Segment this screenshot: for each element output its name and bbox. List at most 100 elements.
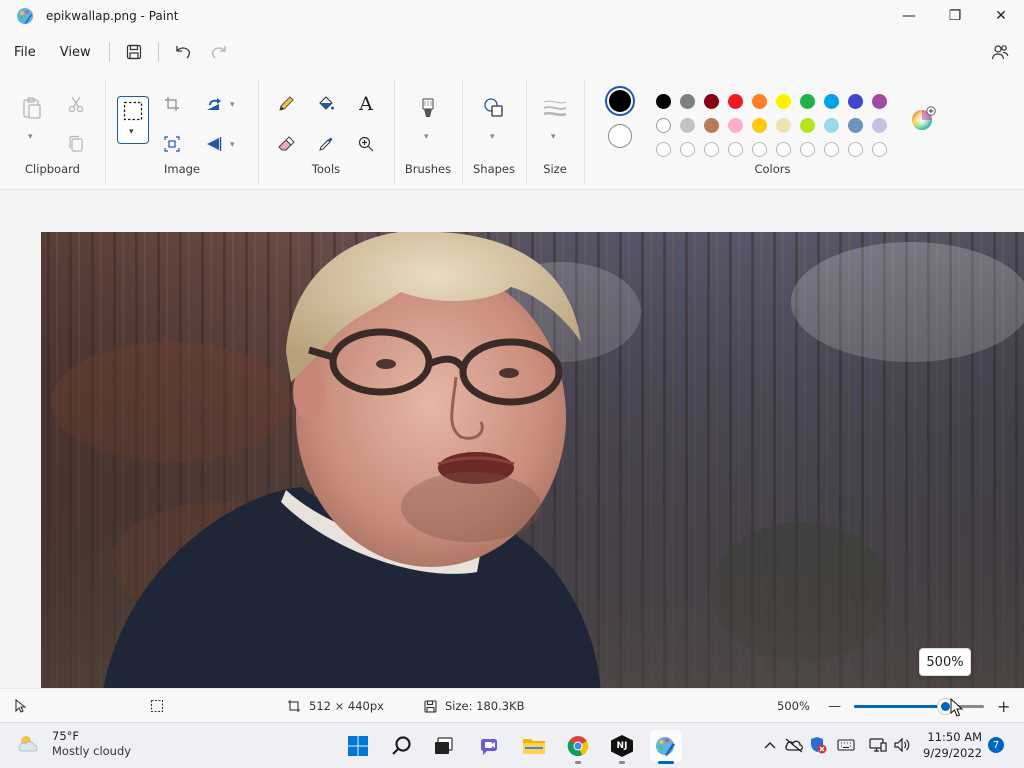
cursor-position: [14, 689, 34, 723]
color-swatch[interactable]: [680, 118, 695, 133]
color-swatch[interactable]: [656, 94, 671, 109]
custom-color-slot[interactable]: [800, 142, 815, 157]
taskbar: 75°F Mostly cloudy NJ 11:50 AM 9/29/2022…: [0, 722, 1024, 768]
minimize-button[interactable]: —: [886, 0, 932, 32]
text-button[interactable]: A: [352, 90, 380, 118]
network-tray-button[interactable]: [868, 735, 888, 755]
custom-color-slot[interactable]: [728, 142, 743, 157]
custom-color-slot[interactable]: [824, 142, 839, 157]
chrome-button[interactable]: [562, 730, 594, 764]
start-button[interactable]: [342, 730, 374, 762]
color-swatch[interactable]: [704, 118, 719, 133]
rotate-button[interactable]: [200, 90, 228, 118]
maximize-button[interactable]: ❐: [932, 0, 978, 32]
keyboard-icon: [837, 739, 855, 751]
custom-color-slot[interactable]: [872, 142, 887, 157]
color-swatch[interactable]: [680, 94, 695, 109]
flip-chevron-icon[interactable]: ▾: [230, 140, 235, 150]
primary-color-button[interactable]: [605, 86, 635, 116]
redo-button[interactable]: [201, 38, 237, 66]
color-swatch[interactable]: [752, 118, 767, 133]
color-swatch[interactable]: [848, 118, 863, 133]
color-picker-button[interactable]: [312, 130, 340, 158]
copy-button[interactable]: [62, 130, 90, 158]
size-button[interactable]: [541, 94, 569, 122]
window-controls: — ❐ ✕: [886, 0, 1024, 32]
shapes-chevron-icon[interactable]: ▾: [490, 132, 495, 142]
color-swatch[interactable]: [824, 118, 839, 133]
notification-badge[interactable]: 7: [988, 737, 1004, 753]
system-clock[interactable]: 11:50 AM 9/29/2022: [920, 729, 982, 761]
eraser-icon: [278, 136, 295, 151]
select-button[interactable]: ▾: [117, 96, 149, 144]
flip-button[interactable]: [200, 130, 228, 158]
custom-color-slot[interactable]: [680, 142, 695, 157]
canvas-area[interactable]: 500%: [0, 191, 1024, 688]
image-label: Image: [163, 162, 201, 176]
edit-colors-button[interactable]: [910, 106, 936, 132]
rotate-chevron-icon[interactable]: ▾: [230, 100, 235, 110]
shapes-button[interactable]: [480, 94, 508, 122]
volume-tray-button[interactable]: [892, 735, 912, 755]
zoom-slider[interactable]: [854, 699, 984, 714]
show-hidden-icons-button[interactable]: [760, 735, 780, 755]
resize-icon: [164, 136, 180, 152]
selection-icon: [150, 699, 164, 713]
menu-bar: File View: [0, 32, 1024, 72]
undo-button[interactable]: [165, 38, 201, 66]
zoom-out-button[interactable]: —: [828, 689, 841, 723]
search-button[interactable]: [386, 730, 418, 762]
weather-widget[interactable]: 75°F Mostly cloudy: [16, 729, 131, 759]
color-swatch[interactable]: [800, 94, 815, 109]
onedrive-tray-button[interactable]: [784, 735, 804, 755]
brushes-chevron-icon[interactable]: ▾: [424, 132, 429, 142]
color-swatch[interactable]: [848, 94, 863, 109]
color-swatch[interactable]: [752, 94, 767, 109]
keyboard-tray-button[interactable]: [836, 735, 856, 755]
paste-button[interactable]: [18, 94, 46, 122]
color-swatch[interactable]: [872, 94, 887, 109]
share-button[interactable]: [986, 38, 1014, 66]
size-chevron-icon[interactable]: ▾: [551, 132, 556, 142]
paint-taskbar-button[interactable]: [650, 730, 682, 764]
cut-button[interactable]: [62, 90, 90, 118]
security-tray-button[interactable]: [808, 735, 828, 755]
brushes-button[interactable]: [414, 94, 442, 122]
image-canvas[interactable]: [41, 232, 1024, 688]
flip-icon: [207, 137, 222, 151]
pencil-button[interactable]: [272, 90, 300, 118]
nj-app-button[interactable]: NJ: [606, 730, 638, 764]
menu-file[interactable]: File: [2, 38, 48, 66]
magnifier-button[interactable]: [352, 130, 380, 158]
color-swatch[interactable]: [656, 118, 671, 133]
size-label: Size: [543, 162, 567, 176]
color-swatch[interactable]: [824, 94, 839, 109]
secondary-color-button[interactable]: [608, 124, 632, 148]
select-chevron-icon[interactable]: ▾: [129, 127, 134, 137]
crop-button[interactable]: [158, 90, 186, 118]
custom-color-slot[interactable]: [752, 142, 767, 157]
task-view-button[interactable]: [428, 730, 460, 762]
eraser-button[interactable]: [272, 130, 300, 158]
save-button[interactable]: [116, 38, 152, 66]
custom-color-slot[interactable]: [656, 142, 671, 157]
paste-chevron-icon[interactable]: ▾: [28, 132, 33, 142]
color-swatch[interactable]: [776, 118, 791, 133]
custom-color-slot[interactable]: [704, 142, 719, 157]
ribbon-toolbar: ▾ Clipboard ▾ ▾ ▾ Image A Tools ▾ Brushe…: [0, 72, 1024, 190]
color-swatch[interactable]: [800, 118, 815, 133]
resize-button[interactable]: [158, 130, 186, 158]
color-swatch[interactable]: [776, 94, 791, 109]
custom-color-slot[interactable]: [848, 142, 863, 157]
custom-color-slot[interactable]: [776, 142, 791, 157]
color-swatch[interactable]: [704, 94, 719, 109]
fill-button[interactable]: [312, 90, 340, 118]
menu-view[interactable]: View: [48, 38, 103, 66]
close-button[interactable]: ✕: [978, 0, 1024, 32]
chat-button[interactable]: [474, 730, 506, 762]
color-swatch[interactable]: [728, 94, 743, 109]
color-swatch[interactable]: [728, 118, 743, 133]
color-swatch[interactable]: [872, 118, 887, 133]
file-explorer-button[interactable]: [518, 730, 550, 762]
zoom-in-button[interactable]: +: [997, 689, 1010, 723]
